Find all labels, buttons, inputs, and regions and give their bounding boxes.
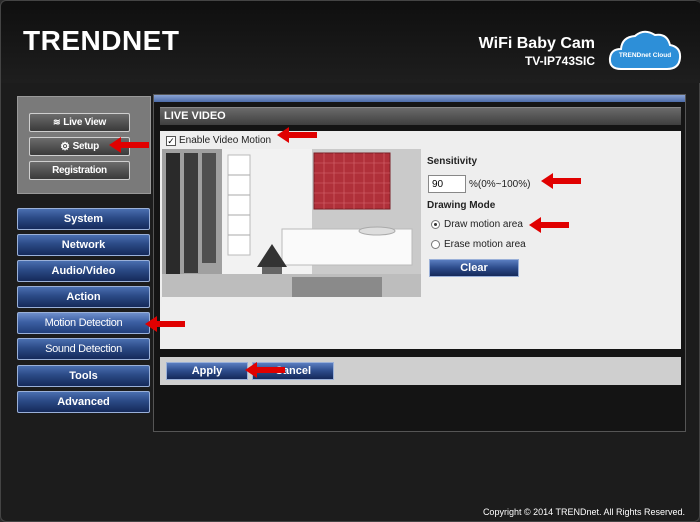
annotation-arrow-icon — [109, 137, 149, 153]
model-number: TV-IP743SIC — [524, 54, 595, 68]
live-view-button[interactable]: ≋ Live View — [29, 113, 130, 132]
motion-settings-area: ✓ Enable Video Motion Sensitivity 90 %(0… — [160, 131, 681, 349]
setup-label: Setup — [72, 141, 100, 152]
copyright-text: Copyright © 2014 TRENDnet. All Rights Re… — [482, 507, 685, 517]
nav-system[interactable]: System — [17, 208, 150, 230]
enable-video-motion-label[interactable]: Enable Video Motion — [179, 135, 271, 146]
product-name: WiFi Baby Cam — [478, 35, 595, 52]
nav-action[interactable]: Action — [17, 286, 150, 308]
cloud-label: TRENDnet Cloud — [619, 52, 671, 59]
annotation-arrow-icon — [529, 217, 569, 233]
panel-accent-bar — [154, 95, 685, 102]
annotation-arrow-icon — [145, 316, 185, 332]
enable-video-motion-checkbox[interactable]: ✓ — [166, 135, 176, 146]
nav-label: Advanced — [57, 396, 110, 408]
draw-motion-area-option[interactable]: Draw motion area — [431, 219, 523, 230]
app-window: TRENDNET WiFi Baby Cam TV-IP743SIC TREND… — [0, 0, 700, 522]
erase-motion-area-label[interactable]: Erase motion area — [444, 239, 526, 250]
action-button-bar: Apply Cancel — [160, 357, 681, 385]
sensitivity-input[interactable] — [428, 175, 466, 193]
drawing-mode-label: Drawing Mode — [427, 200, 496, 211]
nav-sound-detection[interactable]: Sound Detection — [17, 338, 150, 360]
nav-network[interactable]: Network — [17, 234, 150, 256]
nav-label: Tools — [69, 370, 98, 382]
nav-audio-video[interactable]: Audio/Video — [17, 260, 150, 282]
nav-motion-detection[interactable]: Motion Detection — [17, 312, 150, 334]
registration-button[interactable]: Registration — [29, 161, 130, 180]
draw-motion-area-radio[interactable] — [431, 220, 440, 229]
erase-motion-area-radio[interactable] — [431, 240, 440, 249]
annotation-arrow-icon — [245, 362, 285, 378]
live-view-label: Live View — [63, 117, 106, 128]
nav-label: Action — [66, 291, 101, 303]
section-title: LIVE VIDEO — [160, 107, 681, 125]
registration-label: Registration — [52, 165, 107, 176]
nav-label: Audio/Video — [51, 265, 116, 277]
erase-motion-area-option[interactable]: Erase motion area — [431, 239, 526, 250]
nav-label: Motion Detection — [44, 317, 123, 329]
gear-icon: ⚙ — [60, 141, 70, 153]
draw-motion-area-label[interactable]: Draw motion area — [444, 219, 523, 230]
trendnet-cloud-icon[interactable]: TRENDnet Cloud — [607, 27, 683, 75]
annotation-arrow-icon — [541, 173, 581, 189]
nav-label: System — [63, 213, 104, 225]
nav-tools[interactable]: Tools — [17, 365, 150, 387]
nav-label: Sound Detection — [45, 343, 122, 355]
apply-button[interactable]: Apply — [166, 362, 248, 380]
main-panel: LIVE VIDEO ✓ Enable Video Motion Sensiti… — [153, 94, 686, 432]
camera-wave-icon: ≋ — [53, 117, 61, 127]
trendnet-logo: TRENDNET — [23, 25, 180, 56]
live-video-preview[interactable] — [162, 149, 421, 297]
enable-video-motion-row: ✓ Enable Video Motion — [166, 135, 271, 146]
sensitivity-unit: %(0%~100%) — [469, 179, 531, 190]
clear-button[interactable]: Clear — [429, 259, 519, 277]
annotation-arrow-icon — [277, 127, 317, 143]
sensitivity-label: Sensitivity — [427, 156, 478, 167]
nav-label: Network — [61, 239, 106, 251]
video-frame-image — [162, 149, 421, 297]
header-bar: TRENDNET WiFi Baby Cam TV-IP743SIC TREND… — [1, 1, 700, 83]
nav-advanced[interactable]: Advanced — [17, 391, 150, 413]
